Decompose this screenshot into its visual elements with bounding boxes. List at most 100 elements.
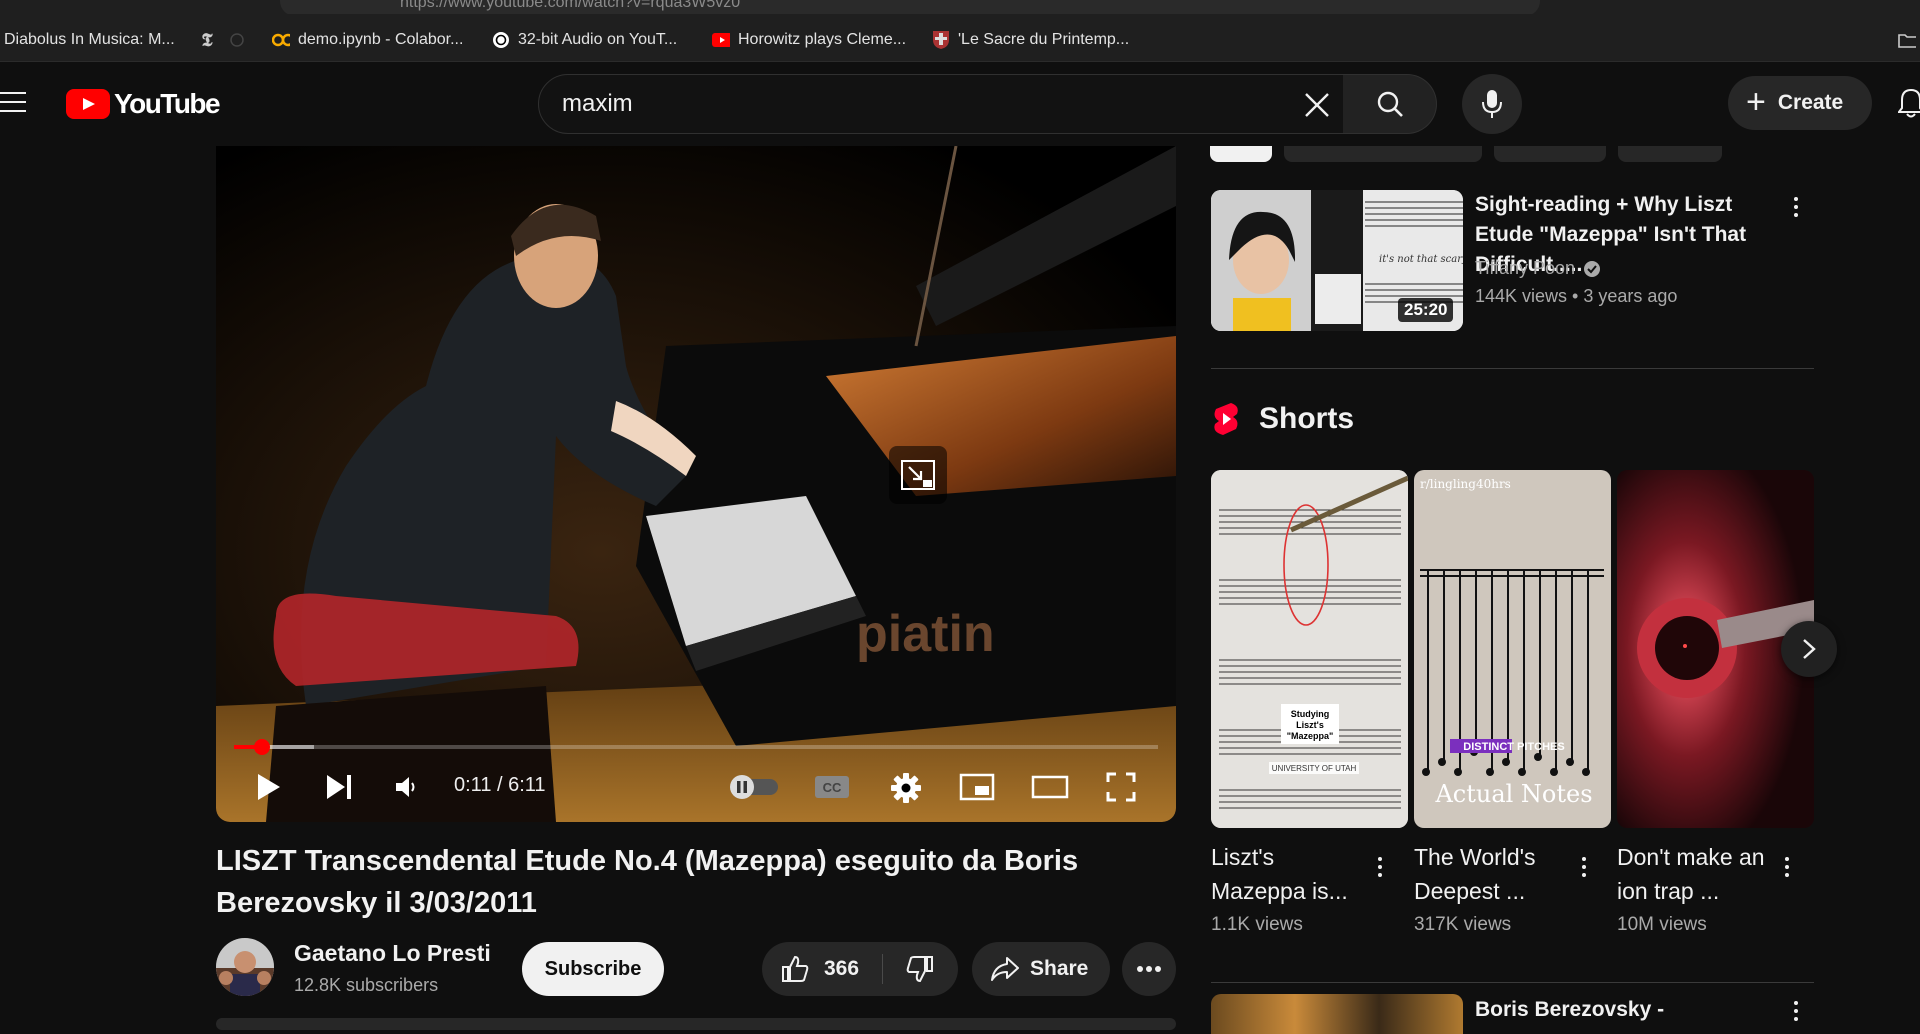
share-arrow-icon: [991, 957, 1019, 981]
video-player[interactable]: piatin: [216, 146, 1176, 822]
microphone-icon: [1482, 90, 1502, 118]
short-title[interactable]: Liszt's Mazeppa is...: [1211, 840, 1361, 908]
theater-mode-icon: [1031, 775, 1069, 799]
svg-text:Studying: Studying: [1291, 709, 1330, 719]
like-button[interactable]: 366: [762, 942, 882, 996]
like-divider: [882, 954, 883, 984]
video-duration-badge: 25:20: [1398, 298, 1454, 322]
address-bar-text: https://www.youtube.com/watch?v=rqua3W5v…: [400, 0, 741, 11]
short-overlay-text: UNIVERSITY OF UTAH: [1272, 764, 1357, 773]
more-actions-button[interactable]: [1122, 942, 1176, 996]
filter-chip[interactable]: [1210, 146, 1272, 162]
bookmark-label: demo.ipynb - Colabor...: [298, 31, 464, 48]
dislike-button[interactable]: [884, 942, 956, 996]
fullscreen-button[interactable]: [1104, 770, 1138, 804]
other-bookmarks-folder[interactable]: [1898, 30, 1920, 50]
bookmark-label: Diabolus In Musica: M...: [4, 31, 175, 48]
short-thumbnail[interactable]: Studying Liszt's "Mazeppa" UNIVERSITY OF…: [1211, 470, 1408, 828]
video-frame: piatin: [216, 146, 1176, 822]
miniplayer-expand-button[interactable]: [889, 446, 947, 504]
search-icon: [1377, 91, 1403, 117]
filter-chip[interactable]: [1618, 146, 1722, 162]
next-button[interactable]: [324, 770, 354, 804]
search-input[interactable]: [562, 74, 1242, 134]
progress-scrubber-handle[interactable]: [254, 739, 270, 755]
bookmark-horowitz[interactable]: Horowitz plays Cleme...: [712, 30, 906, 50]
plus-icon: +: [1746, 82, 1766, 121]
short-views: 1.1K views: [1211, 914, 1303, 935]
autoplay-toggle[interactable]: [728, 774, 780, 800]
bookmarks-bar: Diabolus In Musica: M... 𝕿 demo.ipynb - …: [0, 14, 1920, 62]
short-menu-icon[interactable]: [1777, 852, 1797, 882]
short-title[interactable]: The World's Deepest ...: [1414, 840, 1564, 908]
short-overlay-text: Actual Notes: [1434, 780, 1592, 808]
chevron-right-icon: [1803, 639, 1816, 659]
recommendation-menu-icon[interactable]: [1786, 192, 1806, 222]
bookmark-label: Horowitz plays Cleme...: [738, 31, 907, 48]
short-menu-icon[interactable]: [1574, 852, 1594, 882]
short-title[interactable]: Don't make an ion trap ...: [1617, 840, 1767, 908]
short-overlay-text: DISTINCT PITCHES: [1463, 741, 1564, 753]
fullscreen-icon: [1106, 772, 1136, 802]
short-menu-icon[interactable]: [1370, 852, 1390, 882]
miniplayer-button[interactable]: [958, 772, 996, 802]
thumbnail-caption: it's not that scary :): [1379, 254, 1463, 265]
short-thumbnail[interactable]: r/lingling40hrs DISTINCT PITCHES Actual …: [1414, 470, 1611, 828]
mute-button[interactable]: [392, 772, 422, 802]
more-horizontal-icon: [1137, 966, 1161, 972]
progress-bar[interactable]: [234, 745, 1158, 749]
youtube-logo[interactable]: YouTube: [66, 88, 221, 120]
theater-mode-button[interactable]: [1030, 772, 1070, 802]
subscribe-button[interactable]: Subscribe: [522, 942, 664, 996]
create-button[interactable]: + Create: [1728, 76, 1872, 130]
short-overlay-text: r/lingling40hrs: [1420, 477, 1511, 491]
channel-name[interactable]: Gaetano Lo Presti: [294, 940, 491, 967]
svg-text:CC: CC: [823, 780, 842, 795]
recommendation-menu-icon[interactable]: [1786, 996, 1806, 1026]
description-box-edge: [216, 1018, 1176, 1030]
search-button[interactable]: [1343, 74, 1437, 134]
filter-chip-row: [1210, 146, 1810, 162]
share-button[interactable]: Share: [972, 942, 1110, 996]
subtitles-button[interactable]: CC: [814, 772, 850, 802]
closed-captions-icon: CC: [815, 776, 849, 798]
crest-icon: [932, 31, 950, 49]
logo-text: YouTube: [114, 88, 221, 119]
video-watermark: piatin: [856, 605, 995, 663]
bookmark-sacre[interactable]: 'Le Sacre du Printemp...: [932, 30, 1129, 50]
autoplay-pause-toggle-icon: [730, 775, 778, 799]
bookmark-diabolus[interactable]: Diabolus In Musica: M...: [4, 30, 175, 50]
shorts-next-button[interactable]: [1781, 621, 1837, 677]
bookmark-label: 'Le Sacre du Printemp...: [958, 31, 1130, 48]
recommendation-title[interactable]: Boris Berezovsky -: [1475, 998, 1664, 1022]
recommendation-meta: 144K views • 3 years ago: [1475, 286, 1678, 306]
section-divider: [1211, 368, 1814, 369]
shorts-logo-icon: [1211, 402, 1241, 436]
voice-search-button[interactable]: [1462, 74, 1522, 134]
hamburger-menu-icon[interactable]: [0, 92, 28, 114]
filter-chip[interactable]: [1284, 146, 1482, 162]
play-button[interactable]: [254, 770, 284, 804]
subscriber-count: 12.8K subscribers: [294, 975, 439, 995]
recommendation-channel[interactable]: Tiffany Poon: [1475, 258, 1601, 279]
bookmark-colab[interactable]: demo.ipynb - Colabor...: [272, 30, 463, 50]
channel-avatar[interactable]: [216, 938, 274, 996]
bookmark-nyt[interactable]: 𝕿: [198, 29, 254, 51]
clear-search-icon[interactable]: [1302, 90, 1332, 120]
settings-button[interactable]: [888, 770, 924, 806]
nyt-icon: 𝕿: [201, 29, 213, 51]
recommendation-thumbnail[interactable]: [1211, 994, 1463, 1034]
recommendation-channel-name: Tiffany Poon: [1475, 258, 1576, 278]
bookmark-32bit-audio[interactable]: 32-bit Audio on YouT...: [492, 30, 677, 50]
create-label: Create: [1777, 91, 1844, 114]
share-label: Share: [1030, 957, 1089, 980]
verified-badge-icon: [1584, 260, 1601, 277]
miniplayer-icon: [959, 773, 995, 801]
bookmark-label: 32-bit Audio on YouT...: [518, 31, 678, 48]
skip-next-icon: [327, 775, 351, 799]
play-icon: [258, 774, 280, 800]
short-views: 10M views: [1617, 914, 1707, 935]
openai-icon: [492, 31, 510, 49]
filter-chip[interactable]: [1494, 146, 1606, 162]
notifications-bell-icon[interactable]: [1897, 86, 1920, 120]
